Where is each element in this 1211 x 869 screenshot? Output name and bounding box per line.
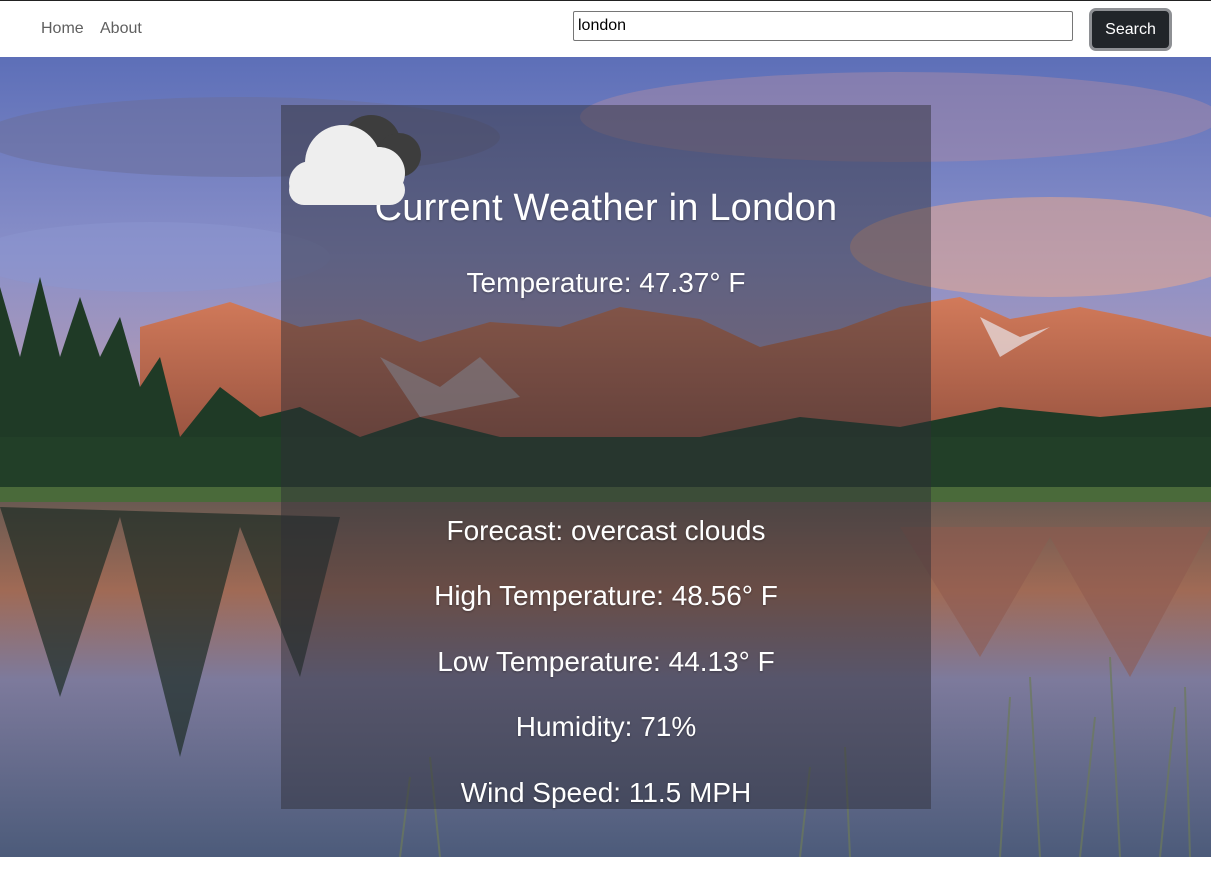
humidity: Humidity: 71% <box>515 711 697 742</box>
forecast-text: Forecast: overcast clouds <box>446 515 766 546</box>
search-button[interactable]: Search <box>1089 8 1172 51</box>
navbar: Home About Search <box>0 0 1211 57</box>
low-temperature: Low Temperature: 44.13° F <box>437 646 775 677</box>
page-footer-space <box>0 857 1211 869</box>
weather-card: Current Weather in London Temperature: 4… <box>281 105 931 809</box>
overcast-clouds-icon <box>289 115 421 205</box>
background-landscape-image: Current Weather in London Temperature: 4… <box>0 57 1211 857</box>
nav-link-about[interactable]: About <box>100 20 142 38</box>
search-input[interactable] <box>573 11 1073 41</box>
high-temperature: High Temperature: 48.56° F <box>434 580 778 611</box>
nav-link-home[interactable]: Home <box>41 20 84 38</box>
current-temperature: Temperature: 47.37° F <box>466 267 746 298</box>
wind-speed: Wind Speed: 11.5 MPH <box>460 777 752 808</box>
